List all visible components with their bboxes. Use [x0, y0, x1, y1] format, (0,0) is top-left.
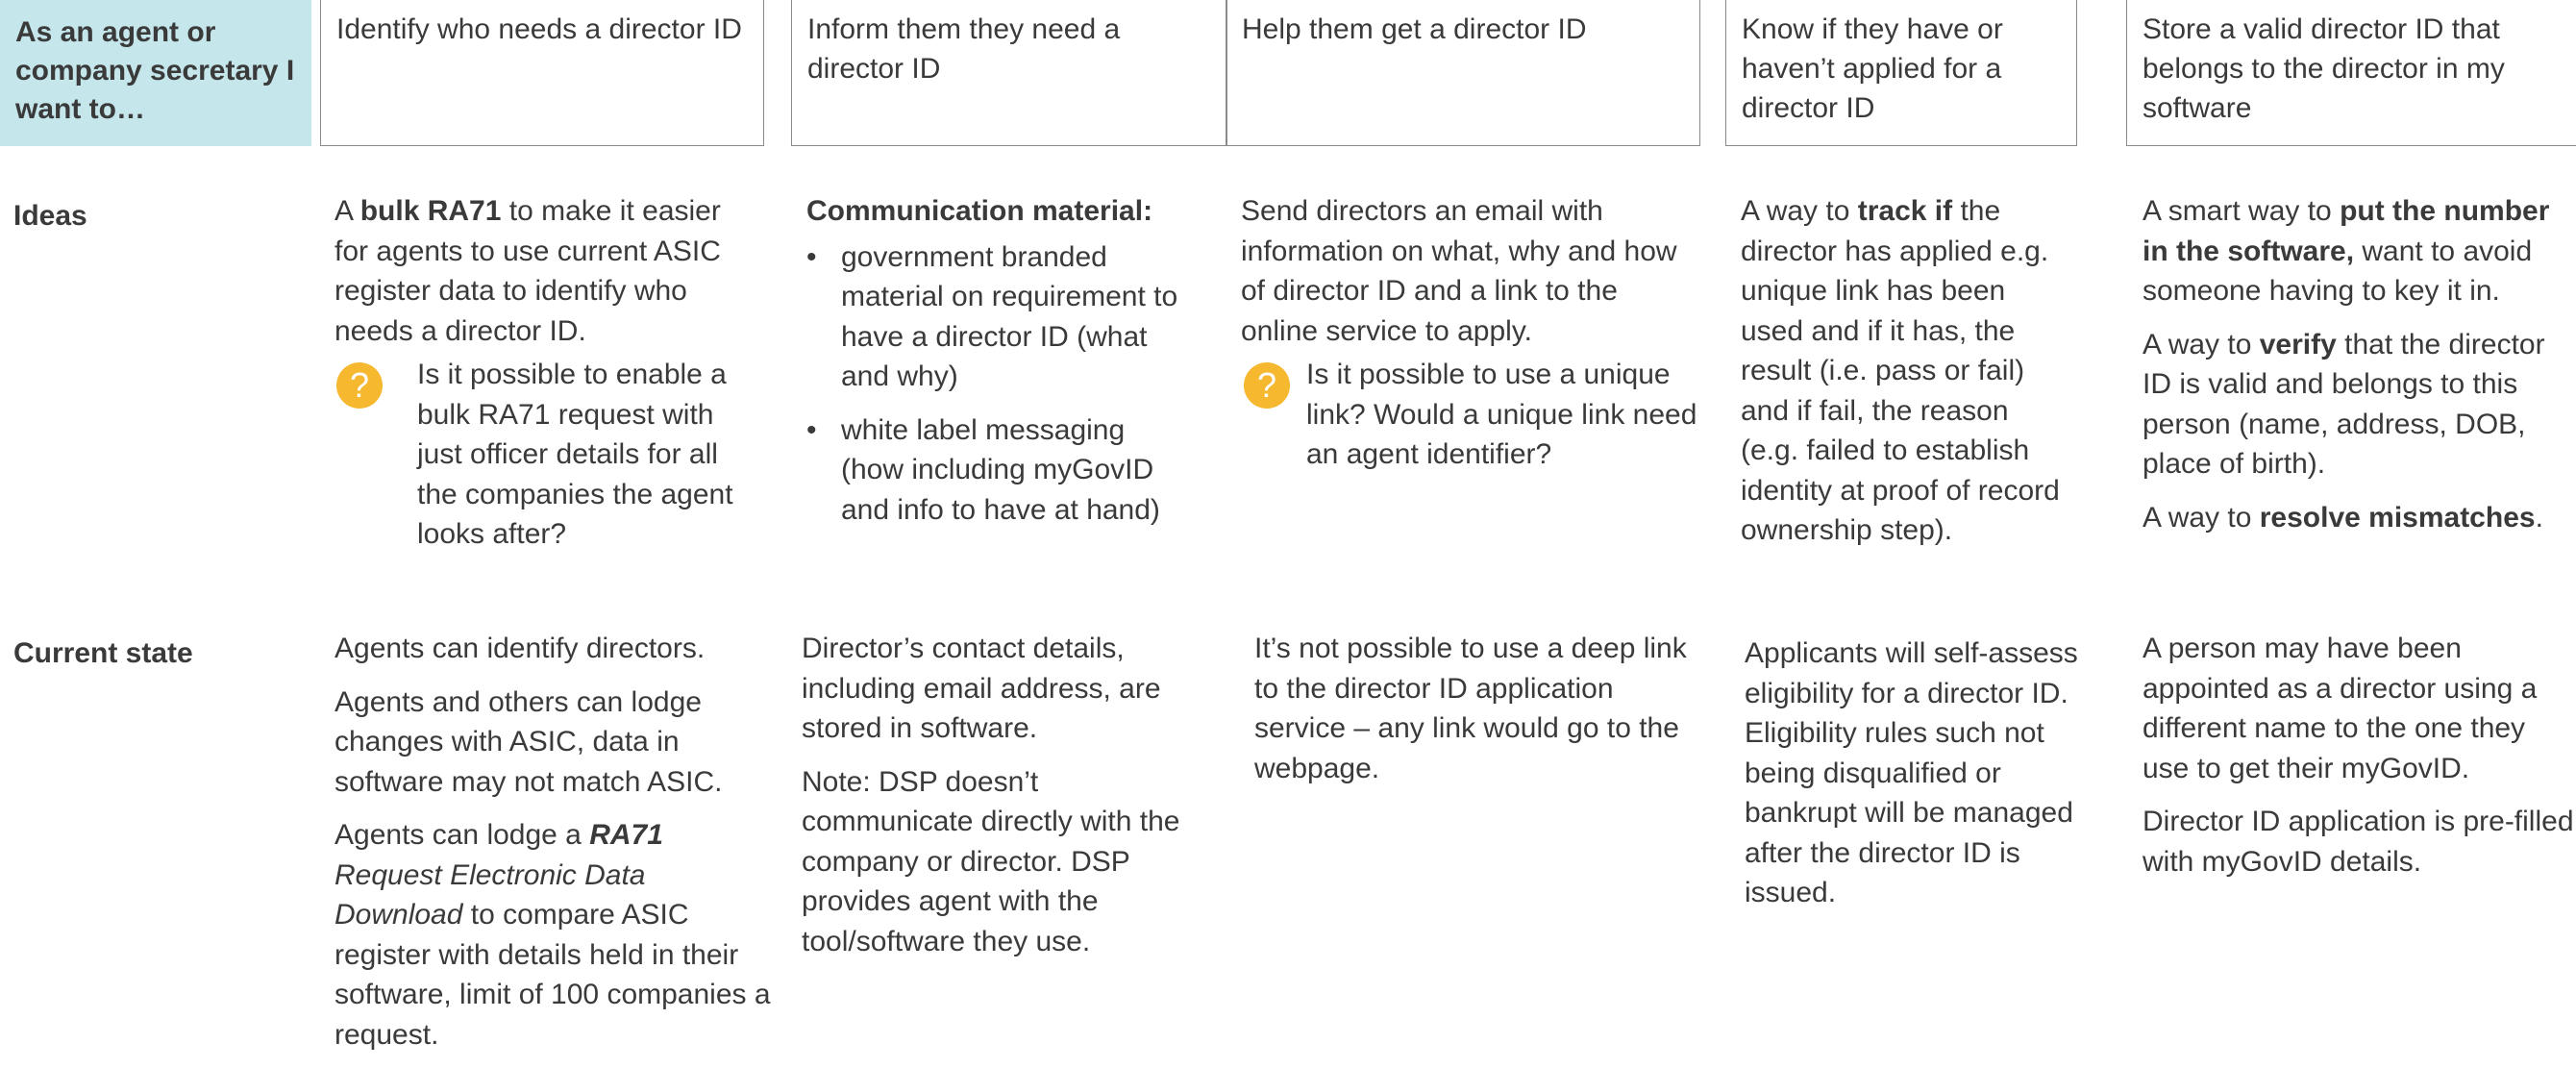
ideas-identify-cell: A bulk RA71 to make it easier for agents…	[334, 191, 757, 555]
column-header-store: Store a valid director ID that belongs t…	[2126, 0, 2576, 146]
current-identify-paragraph: Agents and others can lodge changes with…	[334, 685, 723, 798]
list-item: • white label messaging (how including my…	[806, 413, 1160, 526]
current-identify-paragraph: Agents can identify directors.	[334, 633, 706, 664]
current-identify-cell: Agents can identify directors. Agents an…	[334, 629, 777, 1068]
column-header-text: Store a valid director ID that belongs t…	[2143, 13, 2505, 124]
ideas-help-text: Send directors an email with information…	[1241, 195, 1677, 347]
ideas-store-paragraph: A smart way to put the number in the sof…	[2143, 195, 2550, 307]
current-know-paragraph: Applicants will self-assess eligibility …	[1745, 637, 2078, 908]
communication-material-list: • government branded material on requirem…	[806, 237, 1191, 531]
communication-material-heading: Communication material:	[806, 195, 1153, 227]
ideas-help-cell: Send directors an email with information…	[1241, 191, 1702, 475]
row-label-ideas: Ideas	[13, 200, 87, 232]
column-header-text: Help them get a director ID	[1242, 13, 1587, 45]
question-mark-icon: ?	[336, 362, 383, 409]
ideas-help-question: ? Is it possible to use a unique link? W…	[1241, 355, 1702, 475]
column-header-help: Help them get a director ID	[1226, 0, 1700, 146]
persona-header: As an agent or company secretary I want …	[0, 0, 311, 146]
column-header-identify: Identify who needs a director ID	[320, 0, 764, 146]
current-help-paragraph: It’s not possible to use a deep link to …	[1254, 633, 1687, 784]
column-header-inform: Inform them they need a director ID	[791, 0, 1227, 146]
row-label-current-state: Current state	[13, 637, 193, 669]
ideas-identify-text: A bulk RA71 to make it easier for agents…	[334, 195, 721, 347]
ideas-store-paragraph: A way to resolve mismatches.	[2143, 501, 2543, 534]
column-header-know: Know if they have or haven’t applied for…	[1725, 0, 2077, 146]
current-know-cell: Applicants will self-assess eligibility …	[1745, 633, 2091, 927]
svg-text:?: ?	[350, 365, 369, 405]
ideas-know-cell: A way to track if the director has appli…	[1741, 195, 2060, 546]
svg-text:?: ?	[1257, 365, 1276, 405]
ideas-inform-cell: Communication material: • government bran…	[806, 191, 1191, 543]
ideas-store-paragraph: A way to verify that the director ID is …	[2143, 328, 2545, 481]
column-header-text: Identify who needs a director ID	[336, 13, 742, 45]
current-help-cell: It’s not possible to use a deep link to …	[1254, 629, 1687, 802]
current-store-paragraph: Director ID application is pre-filled wi…	[2143, 806, 2574, 878]
column-header-text: Know if they have or haven’t applied for…	[1742, 13, 2003, 124]
question-mark-icon: ?	[1244, 362, 1290, 409]
current-inform-paragraph: Director’s contact details, including em…	[802, 633, 1161, 744]
ideas-identify-question: ? Is it possible to enable a bulk RA71 r…	[334, 355, 757, 555]
current-store-paragraph: A person may have been appointed as a di…	[2143, 633, 2538, 784]
current-inform-cell: Director’s contact details, including em…	[802, 629, 1186, 975]
list-item: • government branded material on requirem…	[806, 240, 1178, 393]
current-store-cell: A person may have been appointed as a di…	[2143, 629, 2576, 895]
column-header-text: Inform them they need a director ID	[807, 13, 1121, 85]
ideas-store-cell: A smart way to put the number in the sof…	[2143, 191, 2576, 551]
current-inform-paragraph: Note: DSP doesn’t communicate directly w…	[802, 765, 1180, 957]
current-identify-paragraph: Agents can lodge a RA71 Request Electron…	[334, 819, 771, 1051]
